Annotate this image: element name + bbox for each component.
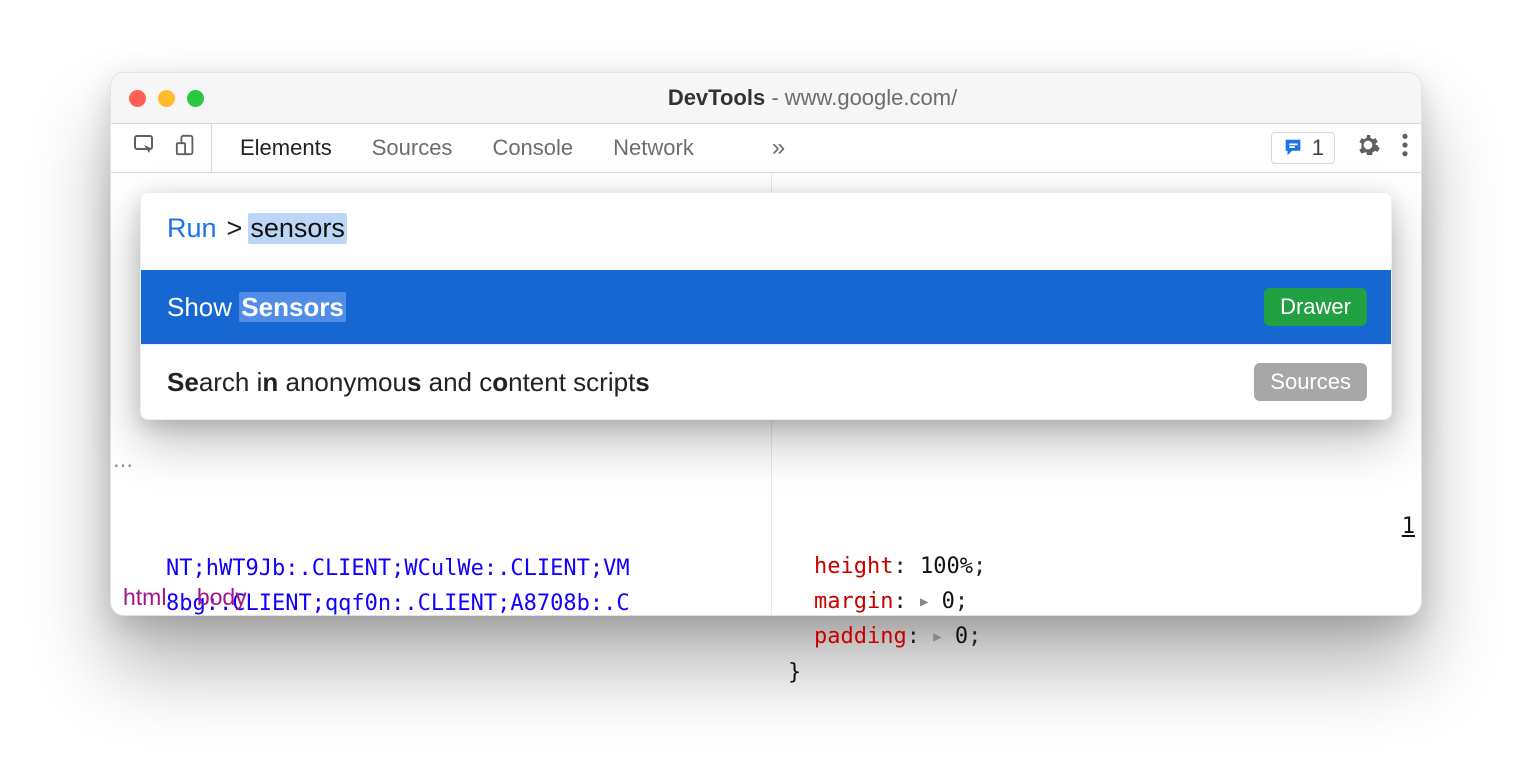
command-input-row[interactable]: Run >sensors bbox=[141, 193, 1391, 270]
window-traffic-lights bbox=[129, 90, 204, 107]
close-brace: } bbox=[788, 655, 986, 690]
minimize-window-button[interactable] bbox=[158, 90, 175, 107]
rule-count-indicator[interactable]: 1 bbox=[1402, 509, 1415, 544]
breadcrumb-body[interactable]: body bbox=[197, 584, 247, 610]
command-badge-drawer: Drawer bbox=[1264, 288, 1367, 326]
drag-handle-icon[interactable]: ⋯ bbox=[113, 453, 129, 478]
expand-icon[interactable]: ▶ bbox=[920, 591, 928, 613]
command-menu: Run >sensors Show Sensors Drawer Search … bbox=[140, 192, 1392, 420]
device-toolbar-icon[interactable] bbox=[175, 133, 197, 163]
tab-sources[interactable]: Sources bbox=[372, 135, 453, 161]
command-item-label: Show Sensors bbox=[167, 292, 1252, 323]
command-item-search-scripts[interactable]: Search in anonymous and content scripts … bbox=[141, 344, 1391, 419]
title-prefix: DevTools bbox=[668, 85, 765, 110]
inspect-element-icon[interactable] bbox=[133, 133, 157, 163]
tab-elements[interactable]: Elements bbox=[240, 135, 332, 161]
command-item-show-sensors[interactable]: Show Sensors Drawer bbox=[141, 270, 1391, 344]
panel-tabs: Elements Sources Console Network » bbox=[240, 134, 785, 162]
run-label: Run bbox=[167, 213, 217, 244]
gear-icon[interactable] bbox=[1355, 132, 1381, 164]
kebab-menu-icon[interactable] bbox=[1401, 132, 1409, 164]
prompt-caret: > bbox=[227, 213, 243, 244]
more-tabs-icon[interactable]: » bbox=[772, 134, 785, 162]
prop-padding[interactable]: padding bbox=[814, 624, 907, 649]
issues-count: 1 bbox=[1312, 135, 1324, 161]
window-titlebar: DevTools - www.google.com/ bbox=[111, 73, 1421, 124]
prop-margin[interactable]: margin bbox=[814, 589, 893, 614]
prop-height[interactable]: height bbox=[814, 554, 893, 579]
title-url: www.google.com/ bbox=[785, 85, 957, 110]
devtools-toolbar: Elements Sources Console Network » 1 bbox=[111, 124, 1421, 173]
tab-console[interactable]: Console bbox=[492, 135, 573, 161]
expand-icon[interactable]: ▶ bbox=[933, 626, 941, 648]
close-window-button[interactable] bbox=[129, 90, 146, 107]
dom-breadcrumbs: html body bbox=[123, 584, 271, 611]
maximize-window-button[interactable] bbox=[187, 90, 204, 107]
command-query[interactable]: sensors bbox=[248, 213, 347, 244]
window-title: DevTools - www.google.com/ bbox=[204, 85, 1421, 111]
command-item-label: Search in anonymous and content scripts bbox=[167, 367, 1242, 398]
tab-network[interactable]: Network bbox=[613, 135, 694, 161]
command-badge-sources: Sources bbox=[1254, 363, 1367, 401]
breadcrumb-html[interactable]: html bbox=[123, 584, 166, 610]
issues-button[interactable]: 1 bbox=[1271, 132, 1335, 164]
